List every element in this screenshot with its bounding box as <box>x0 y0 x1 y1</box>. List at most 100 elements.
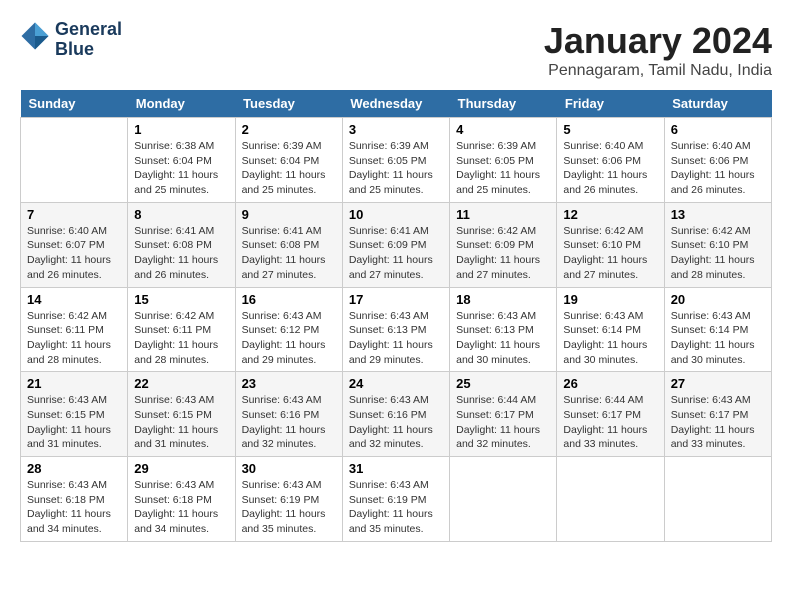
calendar-cell: 29 Sunrise: 6:43 AMSunset: 6:18 PMDayligh… <box>128 457 235 542</box>
calendar-cell: 5 Sunrise: 6:40 AMSunset: 6:06 PMDaylight… <box>557 118 664 203</box>
calendar-cell: 8Sunrise: 6:41 AMSunset: 6:08 PMDaylight… <box>128 202 235 287</box>
weekday-header: Saturday <box>664 90 771 118</box>
day-number: 3 <box>349 122 443 137</box>
day-info: Sunrise: 6:42 AMSunset: 6:11 PMDaylight:… <box>27 309 121 368</box>
day-number: 31 <box>349 461 443 476</box>
day-number: 18 <box>456 292 550 307</box>
day-info: Sunrise: 6:42 AMSunset: 6:10 PMDaylight:… <box>671 224 765 283</box>
day-info: Sunrise: 6:43 AMSunset: 6:16 PMDaylight:… <box>349 393 443 452</box>
weekday-header-row: SundayMondayTuesdayWednesdayThursdayFrid… <box>21 90 772 118</box>
calendar-cell: 20Sunrise: 6:43 AMSunset: 6:14 PMDayligh… <box>664 287 771 372</box>
weekday-header: Wednesday <box>342 90 449 118</box>
day-number: 5 <box>563 122 657 137</box>
day-number: 22 <box>134 376 228 391</box>
calendar-cell: 13 Sunrise: 6:42 AMSunset: 6:10 PMDayligh… <box>664 202 771 287</box>
logo-text: General Blue <box>55 20 122 60</box>
calendar-cell: 19Sunrise: 6:43 AMSunset: 6:14 PMDayligh… <box>557 287 664 372</box>
calendar-cell: 16 Sunrise: 6:43 AMSunset: 6:12 PMDayligh… <box>235 287 342 372</box>
calendar-cell: 17 Sunrise: 6:43 AMSunset: 6:13 PMDayligh… <box>342 287 449 372</box>
day-info: Sunrise: 6:42 AMSunset: 6:10 PMDaylight:… <box>563 224 657 283</box>
calendar-week-row: 7Sunrise: 6:40 AMSunset: 6:07 PMDaylight… <box>21 202 772 287</box>
calendar-cell: 7Sunrise: 6:40 AMSunset: 6:07 PMDaylight… <box>21 202 128 287</box>
calendar-cell: 11Sunrise: 6:42 AMSunset: 6:09 PMDayligh… <box>450 202 557 287</box>
day-number: 27 <box>671 376 765 391</box>
calendar-cell: 27 Sunrise: 6:43 AMSunset: 6:17 PMDayligh… <box>664 372 771 457</box>
day-number: 15 <box>134 292 228 307</box>
day-info: Sunrise: 6:43 AMSunset: 6:14 PMDaylight:… <box>563 309 657 368</box>
day-number: 29 <box>134 461 228 476</box>
day-number: 4 <box>456 122 550 137</box>
calendar-cell <box>450 457 557 542</box>
day-number: 8 <box>134 207 228 222</box>
calendar-cell: 30Sunrise: 6:43 AMSunset: 6:19 PMDayligh… <box>235 457 342 542</box>
day-info: Sunrise: 6:44 AMSunset: 6:17 PMDaylight:… <box>563 393 657 452</box>
day-info: Sunrise: 6:40 AMSunset: 6:06 PMDaylight:… <box>563 139 657 198</box>
day-number: 12 <box>563 207 657 222</box>
calendar-week-row: 14 Sunrise: 6:42 AMSunset: 6:11 PMDayligh… <box>21 287 772 372</box>
calendar-cell: 6 Sunrise: 6:40 AMSunset: 6:06 PMDaylight… <box>664 118 771 203</box>
location-subtitle: Pennagaram, Tamil Nadu, India <box>544 62 772 80</box>
day-info: Sunrise: 6:43 AMSunset: 6:18 PMDaylight:… <box>27 478 121 537</box>
day-number: 21 <box>27 376 121 391</box>
weekday-header: Thursday <box>450 90 557 118</box>
calendar-table: SundayMondayTuesdayWednesdayThursdayFrid… <box>20 90 772 542</box>
calendar-cell: 22Sunrise: 6:43 AMSunset: 6:15 PMDayligh… <box>128 372 235 457</box>
day-number: 2 <box>242 122 336 137</box>
calendar-cell: 4Sunrise: 6:39 AMSunset: 6:05 PMDaylight… <box>450 118 557 203</box>
day-info: Sunrise: 6:39 AMSunset: 6:04 PMDaylight:… <box>242 139 336 198</box>
day-number: 7 <box>27 207 121 222</box>
calendar-cell: 2 Sunrise: 6:39 AMSunset: 6:04 PMDaylight… <box>235 118 342 203</box>
day-info: Sunrise: 6:41 AMSunset: 6:08 PMDaylight:… <box>242 224 336 283</box>
day-info: Sunrise: 6:43 AMSunset: 6:16 PMDaylight:… <box>242 393 336 452</box>
day-number: 17 <box>349 292 443 307</box>
calendar-cell: 1 Sunrise: 6:38 AMSunset: 6:04 PMDaylight… <box>128 118 235 203</box>
day-number: 26 <box>563 376 657 391</box>
day-info: Sunrise: 6:40 AMSunset: 6:06 PMDaylight:… <box>671 139 765 198</box>
day-number: 24 <box>349 376 443 391</box>
month-title: January 2024 <box>544 20 772 62</box>
day-number: 6 <box>671 122 765 137</box>
day-number: 28 <box>27 461 121 476</box>
day-info: Sunrise: 6:43 AMSunset: 6:15 PMDaylight:… <box>27 393 121 452</box>
day-number: 10 <box>349 207 443 222</box>
day-info: Sunrise: 6:43 AMSunset: 6:13 PMDaylight:… <box>456 309 550 368</box>
calendar-week-row: 28 Sunrise: 6:43 AMSunset: 6:18 PMDayligh… <box>21 457 772 542</box>
calendar-cell: 24 Sunrise: 6:43 AMSunset: 6:16 PMDayligh… <box>342 372 449 457</box>
day-info: Sunrise: 6:43 AMSunset: 6:19 PMDaylight:… <box>242 478 336 537</box>
day-info: Sunrise: 6:43 AMSunset: 6:19 PMDaylight:… <box>349 478 443 537</box>
calendar-cell: 25 Sunrise: 6:44 AMSunset: 6:17 PMDayligh… <box>450 372 557 457</box>
day-number: 14 <box>27 292 121 307</box>
day-number: 11 <box>456 207 550 222</box>
day-number: 25 <box>456 376 550 391</box>
calendar-cell: 26 Sunrise: 6:44 AMSunset: 6:17 PMDayligh… <box>557 372 664 457</box>
calendar-week-row: 1 Sunrise: 6:38 AMSunset: 6:04 PMDaylight… <box>21 118 772 203</box>
day-info: Sunrise: 6:38 AMSunset: 6:04 PMDaylight:… <box>134 139 228 198</box>
day-info: Sunrise: 6:43 AMSunset: 6:17 PMDaylight:… <box>671 393 765 452</box>
weekday-header: Sunday <box>21 90 128 118</box>
day-info: Sunrise: 6:39 AMSunset: 6:05 PMDaylight:… <box>349 139 443 198</box>
day-number: 16 <box>242 292 336 307</box>
calendar-cell <box>557 457 664 542</box>
day-number: 9 <box>242 207 336 222</box>
calendar-cell: 10 Sunrise: 6:41 AMSunset: 6:09 PMDayligh… <box>342 202 449 287</box>
day-info: Sunrise: 6:43 AMSunset: 6:13 PMDaylight:… <box>349 309 443 368</box>
day-info: Sunrise: 6:43 AMSunset: 6:18 PMDaylight:… <box>134 478 228 537</box>
day-info: Sunrise: 6:44 AMSunset: 6:17 PMDaylight:… <box>456 393 550 452</box>
logo-line1: General <box>55 20 122 40</box>
calendar-cell: 14 Sunrise: 6:42 AMSunset: 6:11 PMDayligh… <box>21 287 128 372</box>
weekday-header: Tuesday <box>235 90 342 118</box>
weekday-header: Friday <box>557 90 664 118</box>
day-info: Sunrise: 6:43 AMSunset: 6:12 PMDaylight:… <box>242 309 336 368</box>
calendar-cell: 31 Sunrise: 6:43 AMSunset: 6:19 PMDayligh… <box>342 457 449 542</box>
calendar-cell: 9 Sunrise: 6:41 AMSunset: 6:08 PMDaylight… <box>235 202 342 287</box>
day-info: Sunrise: 6:41 AMSunset: 6:09 PMDaylight:… <box>349 224 443 283</box>
calendar-cell: 12 Sunrise: 6:42 AMSunset: 6:10 PMDayligh… <box>557 202 664 287</box>
calendar-cell: 21 Sunrise: 6:43 AMSunset: 6:15 PMDayligh… <box>21 372 128 457</box>
calendar-cell: 3 Sunrise: 6:39 AMSunset: 6:05 PMDaylight… <box>342 118 449 203</box>
day-number: 1 <box>134 122 228 137</box>
calendar-week-row: 21 Sunrise: 6:43 AMSunset: 6:15 PMDayligh… <box>21 372 772 457</box>
weekday-header: Monday <box>128 90 235 118</box>
title-section: January 2024 Pennagaram, Tamil Nadu, Ind… <box>544 20 772 80</box>
day-number: 13 <box>671 207 765 222</box>
day-info: Sunrise: 6:42 AMSunset: 6:11 PMDaylight:… <box>134 309 228 368</box>
